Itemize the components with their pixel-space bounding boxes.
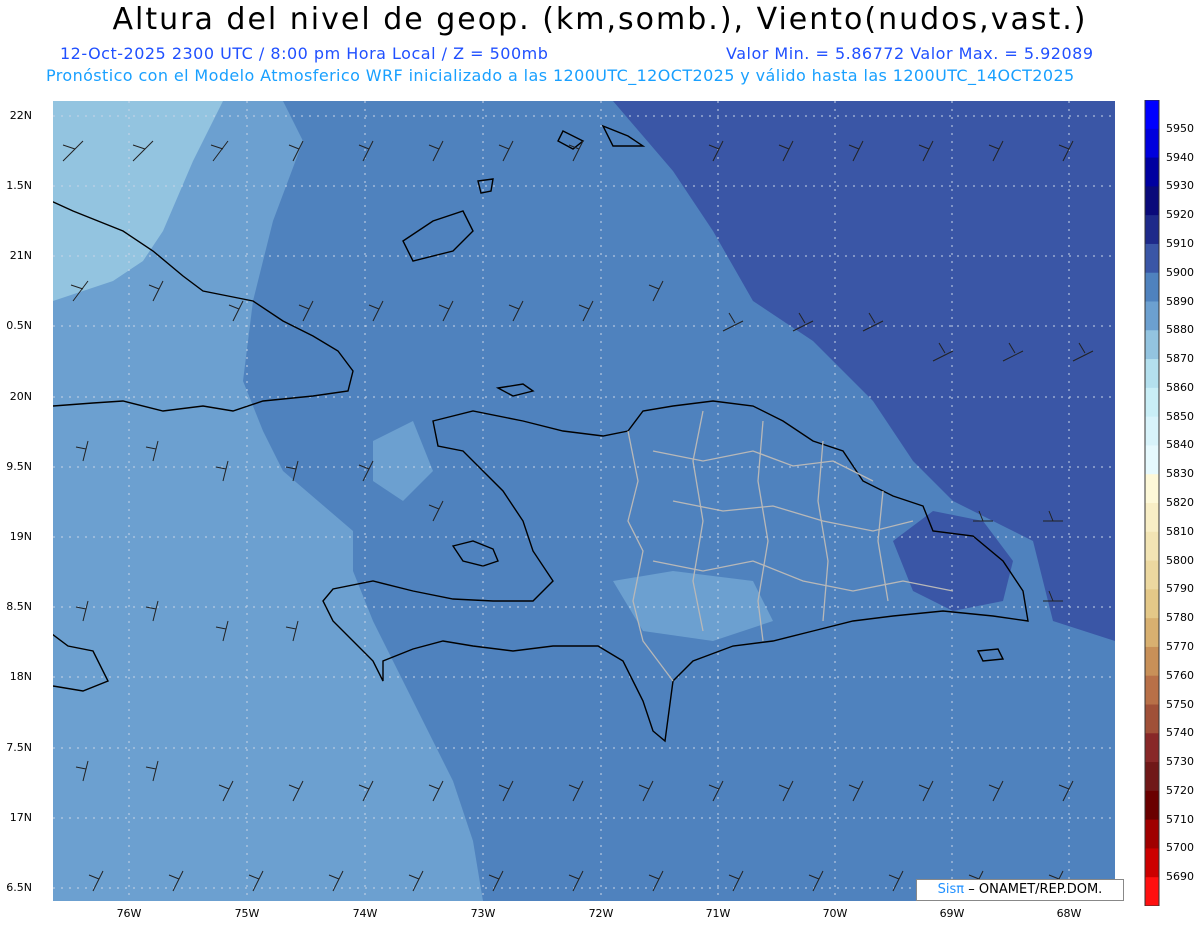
- lon-label: 75W: [234, 907, 260, 920]
- colorbar-swatch: [1145, 704, 1159, 734]
- valid-time-subtitle: 12-Oct-2025 2300 UTC / 8:00 pm Hora Loca…: [60, 44, 549, 63]
- colorbar-swatch: [1145, 359, 1159, 389]
- colorbar-level-label: 5950: [1166, 121, 1194, 135]
- colorbar-level-label: 5860: [1166, 380, 1194, 394]
- colorbar-level-label: 5720: [1166, 783, 1194, 797]
- lon-label: 74W: [352, 907, 378, 920]
- colorbar-swatch: [1145, 848, 1159, 878]
- colorbar-swatch: [1145, 474, 1159, 504]
- colorbar-level-label: 5800: [1166, 553, 1194, 567]
- colorbar-swatch: [1145, 503, 1159, 533]
- colorbar-swatch: [1145, 445, 1159, 475]
- min-max-subtitle: Valor Min. = 5.86772 Valor Max. = 5.9208…: [726, 44, 1094, 63]
- colorbar-level-label: 5900: [1166, 265, 1194, 279]
- colorbar-swatch: [1145, 215, 1159, 245]
- lon-label: 68W: [1056, 907, 1082, 920]
- lat-label: 9.5N: [6, 460, 32, 473]
- colorbar-level-label: 5830: [1166, 467, 1194, 481]
- lat-label: 0.5N: [6, 319, 32, 332]
- lon-label: 76W: [116, 907, 142, 920]
- colorbar-level-label: 5780: [1166, 611, 1194, 625]
- colorbar-swatch: [1145, 416, 1159, 446]
- colorbar-level-label: 5890: [1166, 294, 1194, 308]
- colorbar-level-label: 5730: [1166, 755, 1194, 769]
- map-title: Altura del nivel de geop. (km,somb.), Vi…: [112, 2, 1088, 37]
- colorbar-swatch: [1145, 646, 1159, 677]
- credit-brand: Sisπ: [937, 882, 965, 897]
- colorbar-swatch: [1145, 589, 1159, 619]
- lat-label: 19N: [9, 530, 32, 543]
- colorbar-swatch: [1145, 100, 1159, 130]
- lon-label: 69W: [939, 907, 965, 920]
- forecast-map: [53, 101, 1115, 901]
- colorbar: [1144, 100, 1160, 906]
- model-info-subtitle: Pronóstico con el Modelo Atmosferico WRF…: [46, 66, 1075, 85]
- colorbar-level-label: 5740: [1166, 726, 1194, 740]
- lat-label: 1.5N: [6, 179, 32, 192]
- credit-box: Sisπ – ONAMET/REP.DOM.: [916, 879, 1124, 901]
- lon-label: 72W: [588, 907, 614, 920]
- colorbar-level-label: 5750: [1166, 697, 1194, 711]
- colorbar-swatch: [1145, 762, 1159, 792]
- colorbar-swatch: [1145, 243, 1159, 274]
- colorbar-level-label: 5880: [1166, 323, 1194, 337]
- lat-label: 20N: [9, 390, 32, 403]
- colorbar-level-label: 5850: [1166, 409, 1194, 423]
- colorbar-swatch: [1145, 819, 1159, 849]
- lon-label: 71W: [705, 907, 731, 920]
- colorbar-swatch: [1145, 618, 1159, 648]
- colorbar-swatch: [1145, 387, 1159, 418]
- colorbar-swatch: [1145, 272, 1159, 302]
- colorbar-level-label: 5930: [1166, 179, 1194, 193]
- lat-label: 8.5N: [6, 600, 32, 613]
- colorbar-swatch: [1145, 128, 1159, 159]
- colorbar-level-label: 5920: [1166, 208, 1194, 222]
- lon-label: 73W: [470, 907, 496, 920]
- colorbar-swatch: [1145, 301, 1159, 331]
- colorbar-swatch: [1145, 531, 1159, 562]
- colorbar-level-label: 5710: [1166, 812, 1194, 826]
- colorbar-swatch: [1145, 733, 1159, 763]
- colorbar-level-label: 5790: [1166, 582, 1194, 596]
- lon-label: 70W: [822, 907, 848, 920]
- colorbar-level-label: 5910: [1166, 236, 1194, 250]
- lat-label: 18N: [9, 670, 32, 683]
- colorbar-level-label: 5810: [1166, 524, 1194, 538]
- colorbar-level-label: 5820: [1166, 496, 1194, 509]
- colorbar-level-label: 5940: [1166, 150, 1194, 164]
- colorbar-level-label: 5770: [1166, 639, 1194, 653]
- lat-label: 17N: [9, 811, 32, 824]
- colorbar-swatch: [1145, 877, 1159, 906]
- colorbar-swatch: [1145, 675, 1159, 705]
- colorbar-level-label: 5840: [1166, 438, 1194, 452]
- colorbar-swatch: [1145, 560, 1159, 590]
- colorbar-swatch: [1145, 186, 1159, 216]
- colorbar-swatch: [1145, 157, 1159, 187]
- lat-label: 7.5N: [6, 741, 32, 754]
- credit-text: – ONAMET/REP.DOM.: [968, 882, 1103, 897]
- colorbar-level-label: 5700: [1166, 841, 1194, 855]
- colorbar-level-label: 5690: [1166, 870, 1194, 884]
- colorbar-swatch: [1145, 790, 1159, 821]
- colorbar-level-label: 5760: [1166, 668, 1194, 682]
- colorbar-swatch: [1145, 330, 1159, 360]
- lat-label: 21N: [9, 249, 32, 262]
- lat-label: 6.5N: [6, 881, 32, 894]
- lat-label: 22N: [9, 109, 32, 122]
- colorbar-level-label: 5870: [1166, 352, 1194, 366]
